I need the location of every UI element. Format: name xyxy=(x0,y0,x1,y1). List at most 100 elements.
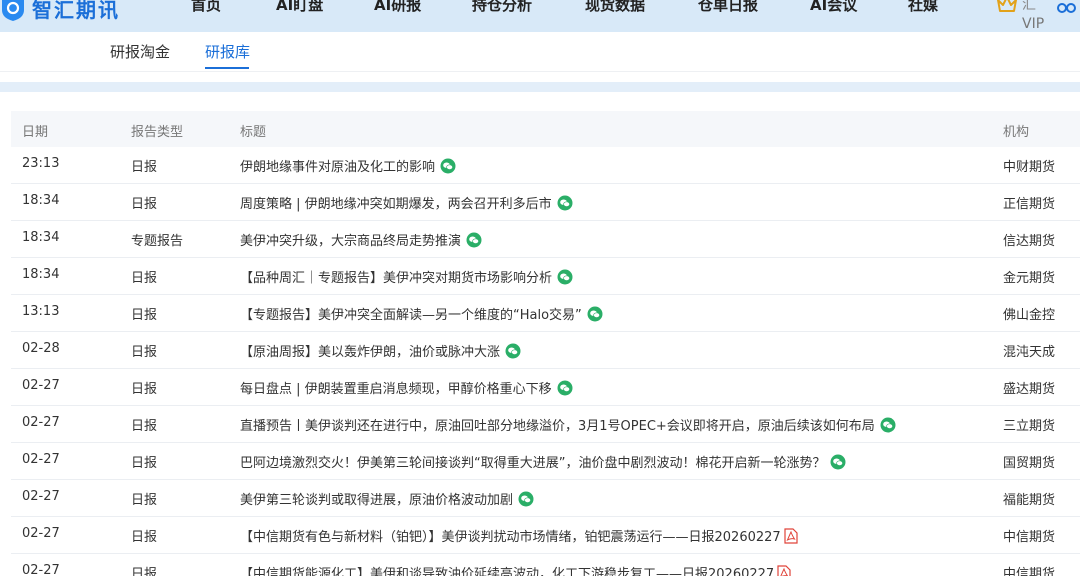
row-title[interactable]: 【专题报告】美伊冲突全面解读—另一个维度的“Halo交易” xyxy=(240,304,603,323)
table-row[interactable]: 18:34 日报 【品种周汇｜专题报告】美伊冲突对期货市场影响分析 金元期货 xyxy=(11,258,1080,295)
logo[interactable]: 智汇期讯 xyxy=(0,0,120,24)
table-row[interactable]: 18:34 日报 周度策略 | 伊朗地缘冲突如期爆发，两会召开利多后市 正信期货 xyxy=(11,184,1080,221)
row-type: 日报 xyxy=(131,530,158,545)
row-org: 佛山金控 xyxy=(1003,308,1056,323)
logo-text: 智汇期讯 xyxy=(32,0,120,22)
table-row[interactable]: 13:13 日报 【专题报告】美伊冲突全面解读—另一个维度的“Halo交易” 佛山金控 xyxy=(11,295,1080,332)
wechat-icon[interactable] xyxy=(440,158,456,174)
header-title: 标题 xyxy=(240,125,267,140)
row-org: 中财期货 xyxy=(1003,160,1056,175)
row-title[interactable]: 每日盘点 | 伊朗装置重启消息频现，甲醇价格重心下移 xyxy=(240,378,573,397)
row-title[interactable]: 周度策略 | 伊朗地缘冲突如期爆发，两会召开利多后市 xyxy=(240,193,573,212)
table-row[interactable]: 18:34 专题报告 美伊冲突升级，大宗商品终局走势推演 信达期货 xyxy=(11,221,1080,258)
table-row[interactable]: 23:13 日报 伊朗地缘事件对原油及化工的影响 中财期货 xyxy=(11,147,1080,184)
row-title-text[interactable]: 每日盘点 | 伊朗装置重启消息频现，甲醇价格重心下移 xyxy=(240,378,552,397)
nav-item-home[interactable]: 首页 xyxy=(191,0,221,15)
row-title-text[interactable]: 伊朗地缘事件对原油及化工的影响 xyxy=(240,156,435,175)
row-title[interactable]: 【中信期货有色与新材料（铂钯）】美伊谈判扰动市场情绪，铂钯震荡运行——日报202… xyxy=(240,526,798,545)
section-divider xyxy=(0,82,1080,92)
row-title[interactable]: 【中信期货能源化工】美伊和谈导致油价延续高波动，化工下游稳步复工——日报2026… xyxy=(240,563,791,576)
row-title-text[interactable]: 【原油周报】美以轰炸伊朗，油价或脉冲大涨 xyxy=(240,341,500,360)
vip-char: 汇 xyxy=(1022,0,1036,13)
table-row[interactable]: 02-27 日报 巴阿边境激烈交火！伊美第三轮间接谈判“取得重大进展”，油价盘中剧烈… xyxy=(11,443,1080,480)
wechat-icon[interactable] xyxy=(557,380,573,396)
wechat-icon[interactable] xyxy=(466,232,482,248)
row-title[interactable]: 伊朗地缘事件对原油及化工的影响 xyxy=(240,156,456,175)
row-type: 日报 xyxy=(131,160,158,175)
row-date: 18:34 xyxy=(22,230,60,245)
table-row[interactable]: 02-27 日报 【中信期货有色与新材料（铂钯）】美伊谈判扰动市场情绪，铂钯震荡运行… xyxy=(11,517,1080,554)
row-title-text[interactable]: 美伊冲突升级，大宗商品终局走势推演 xyxy=(240,230,461,249)
row-date: 18:34 xyxy=(22,267,60,282)
active-tab-underline xyxy=(205,67,249,69)
row-title[interactable]: 直播预告丨美伊谈判还在进行中，原油回吐部分地缘溢价，3月1号OPEC+会议即将开… xyxy=(240,415,896,434)
table-body: 23:13 日报 伊朗地缘事件对原油及化工的影响 中财期货 18:34 日报 周度策略 | … xyxy=(11,147,1080,576)
row-date: 02-27 xyxy=(22,452,60,467)
header-org: 机构 xyxy=(1003,125,1030,140)
link-icon[interactable] xyxy=(1056,0,1078,22)
tab-report-library[interactable]: 研报库 xyxy=(205,41,250,62)
nav-item-warehouse-daily[interactable]: 仓单日报 xyxy=(698,0,758,15)
table-row[interactable]: 02-27 日报 直播预告丨美伊谈判还在进行中，原油回吐部分地缘溢价，3月1号OPE… xyxy=(11,406,1080,443)
row-date: 18:34 xyxy=(22,193,60,208)
row-title[interactable]: 巴阿边境激烈交火！伊美第三轮间接谈判“取得重大进展”，油价盘中剧烈波动！棉花开启… xyxy=(240,452,846,471)
row-org: 金元期货 xyxy=(1003,271,1056,286)
row-type: 日报 xyxy=(131,493,158,508)
wechat-icon[interactable] xyxy=(557,195,573,211)
top-nav-bar: 智汇期讯 首页 AI盯盘 AI研报 持仓分析 现货数据 仓单日报 AI会议 社媒… xyxy=(0,0,1080,32)
nav-item-ai-watch[interactable]: AI盯盘 xyxy=(276,0,323,15)
table-row[interactable]: 02-27 日报 美伊第三轮谈判或取得进展，原油价格波动加剧 福能期货 xyxy=(11,480,1080,517)
row-title-text[interactable]: 【品种周汇｜专题报告】美伊冲突对期货市场影响分析 xyxy=(240,267,552,286)
sub-tabs: 研报淘金 研报库 xyxy=(0,32,1080,72)
tab-report-gold[interactable]: 研报淘金 xyxy=(110,41,170,62)
wechat-icon[interactable] xyxy=(830,454,846,470)
row-title-text[interactable]: 【专题报告】美伊冲突全面解读—另一个维度的“Halo交易” xyxy=(240,304,582,323)
row-type: 日报 xyxy=(131,271,158,286)
table-row[interactable]: 02-28 日报 【原油周报】美以轰炸伊朗，油价或脉冲大涨 混沌天成 xyxy=(11,332,1080,369)
row-title-text[interactable]: 美伊第三轮谈判或取得进展，原油价格波动加剧 xyxy=(240,489,513,508)
row-org: 混沌天成 xyxy=(1003,345,1056,360)
row-date: 02-27 xyxy=(22,489,60,504)
row-date: 02-27 xyxy=(22,378,60,393)
row-title-text[interactable]: 【中信期货能源化工】美伊和谈导致油价延续高波动，化工下游稳步复工——日报2026… xyxy=(240,563,774,576)
table-row[interactable]: 02-27 日报 每日盘点 | 伊朗装置重启消息频现，甲醇价格重心下移 盛达期货 xyxy=(11,369,1080,406)
row-title-text[interactable]: 直播预告丨美伊谈判还在进行中，原油回吐部分地缘溢价，3月1号OPEC+会议即将开… xyxy=(240,415,875,434)
row-date: 13:13 xyxy=(22,304,60,319)
reports-table: 日期 报告类型 标题 机构 23:13 日报 伊朗地缘事件对原油及化工的影响 中财期货… xyxy=(11,111,1080,576)
nav-item-ai-meeting[interactable]: AI会议 xyxy=(810,0,857,15)
pdf-icon[interactable] xyxy=(784,527,798,544)
nav-item-spot-data[interactable]: 现货数据 xyxy=(585,0,645,15)
wechat-icon[interactable] xyxy=(587,306,603,322)
wechat-icon[interactable] xyxy=(518,491,534,507)
wechat-icon[interactable] xyxy=(880,417,896,433)
row-org: 国贸期货 xyxy=(1003,456,1056,471)
wechat-icon[interactable] xyxy=(557,269,573,285)
row-title-text[interactable]: 【中信期货有色与新材料（铂钯）】美伊谈判扰动市场情绪，铂钯震荡运行——日报202… xyxy=(240,526,781,545)
row-org: 信达期货 xyxy=(1003,234,1056,249)
nav-item-ai-report[interactable]: AI研报 xyxy=(374,0,421,15)
wechat-icon[interactable] xyxy=(505,343,521,359)
table-header: 日期 报告类型 标题 机构 xyxy=(11,111,1080,147)
row-date: 02-27 xyxy=(22,526,60,541)
pdf-icon[interactable] xyxy=(777,564,791,576)
row-date: 02-27 xyxy=(22,415,60,430)
row-title[interactable]: 【原油周报】美以轰炸伊朗，油价或脉冲大涨 xyxy=(240,341,521,360)
vip-label: VIP xyxy=(1022,16,1045,32)
row-title[interactable]: 美伊冲突升级，大宗商品终局走势推演 xyxy=(240,230,482,249)
row-date: 02-28 xyxy=(22,341,60,356)
row-type: 日报 xyxy=(131,308,158,323)
header-type: 报告类型 xyxy=(131,125,184,140)
row-title-text[interactable]: 巴阿边境激烈交火！伊美第三轮间接谈判“取得重大进展”，油价盘中剧烈波动！棉花开启… xyxy=(240,452,825,471)
vip-badge[interactable]: 汇 VIP xyxy=(994,0,1056,34)
row-type: 日报 xyxy=(131,382,158,397)
row-title[interactable]: 【品种周汇｜专题报告】美伊冲突对期货市场影响分析 xyxy=(240,267,573,286)
nav-item-position-analysis[interactable]: 持仓分析 xyxy=(472,0,532,15)
row-type: 专题报告 xyxy=(131,234,184,249)
table-row[interactable]: 02-27 日报 【中信期货能源化工】美伊和谈导致油价延续高波动，化工下游稳步复工—… xyxy=(11,554,1080,576)
row-org: 中信期货 xyxy=(1003,567,1056,576)
row-title[interactable]: 美伊第三轮谈判或取得进展，原油价格波动加剧 xyxy=(240,489,534,508)
row-type: 日报 xyxy=(131,456,158,471)
nav-item-social-media[interactable]: 社媒 xyxy=(908,0,938,15)
row-type: 日报 xyxy=(131,567,158,576)
row-title-text[interactable]: 周度策略 | 伊朗地缘冲突如期爆发，两会召开利多后市 xyxy=(240,193,552,212)
